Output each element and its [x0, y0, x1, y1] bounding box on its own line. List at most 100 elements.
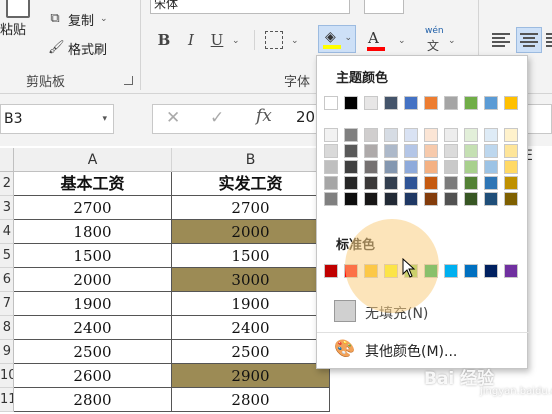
align-right-icon[interactable] [546, 33, 552, 47]
standard-color-swatch[interactable] [324, 264, 338, 278]
theme-shade-swatch[interactable] [344, 128, 358, 142]
theme-shade-swatch[interactable] [424, 160, 438, 174]
borders-icon[interactable] [265, 31, 283, 49]
theme-color-swatch[interactable] [504, 96, 518, 110]
theme-shade-swatch[interactable] [384, 160, 398, 174]
table-cell-b[interactable]: 3000 [172, 268, 330, 292]
clipboard-launcher-icon[interactable] [124, 76, 133, 85]
theme-shade-swatch[interactable] [424, 144, 438, 158]
name-box[interactable]: B3 ▾ [0, 104, 114, 134]
paste-icon[interactable] [6, 0, 30, 18]
theme-color-swatch[interactable] [424, 96, 438, 110]
select-all-corner[interactable] [0, 148, 14, 172]
format-painter-button[interactable]: 🖌 格式刷 [48, 39, 107, 58]
theme-shade-swatch[interactable] [364, 160, 378, 174]
theme-shade-swatch[interactable] [504, 176, 518, 190]
column-header-a[interactable]: A [14, 148, 172, 172]
phonetic-guide-icon[interactable]: 文 [427, 37, 439, 54]
chevron-down-icon[interactable]: ⌄ [398, 36, 406, 46]
theme-color-swatch[interactable] [404, 96, 418, 110]
table-cell-a[interactable]: 2400 [14, 316, 172, 340]
theme-shade-swatch[interactable] [364, 176, 378, 190]
theme-shade-swatch[interactable] [504, 144, 518, 158]
row-header[interactable]: 2 [0, 172, 14, 196]
table-cell-b[interactable]: 1500 [172, 244, 330, 268]
theme-shade-swatch[interactable] [444, 176, 458, 190]
theme-shade-swatch[interactable] [324, 192, 338, 206]
theme-shade-swatch[interactable] [384, 192, 398, 206]
theme-shade-swatch[interactable] [444, 128, 458, 142]
chevron-down-icon[interactable]: ⌄ [291, 36, 299, 46]
bold-button[interactable]: B [154, 30, 174, 50]
theme-shade-swatch[interactable] [324, 160, 338, 174]
theme-shade-swatch[interactable] [424, 192, 438, 206]
theme-shade-swatch[interactable] [464, 128, 478, 142]
standard-color-swatch[interactable] [504, 264, 518, 278]
theme-shade-swatch[interactable] [404, 192, 418, 206]
header-cell-basic-salary[interactable]: 基本工资 [14, 172, 172, 196]
theme-shade-swatch[interactable] [464, 192, 478, 206]
table-cell-b[interactable]: 2800 [172, 388, 330, 412]
standard-color-swatch[interactable] [444, 264, 458, 278]
cancel-icon[interactable]: ✕ [166, 108, 180, 128]
insert-function-button[interactable]: fx [256, 106, 272, 126]
theme-shade-swatch[interactable] [484, 176, 498, 190]
theme-shade-swatch[interactable] [384, 176, 398, 190]
row-header[interactable]: 7 [0, 292, 14, 316]
theme-shade-swatch[interactable] [464, 160, 478, 174]
table-cell-a[interactable]: 2500 [14, 340, 172, 364]
theme-shade-swatch[interactable] [504, 160, 518, 174]
font-size-select[interactable] [364, 0, 404, 14]
theme-shade-swatch[interactable] [484, 144, 498, 158]
row-header[interactable]: 8 [0, 316, 14, 340]
theme-color-swatch[interactable] [444, 96, 458, 110]
theme-shade-swatch[interactable] [504, 128, 518, 142]
underline-button[interactable]: U [207, 30, 227, 50]
theme-shade-swatch[interactable] [424, 128, 438, 142]
table-cell-b[interactable]: 1900 [172, 292, 330, 316]
column-header-b[interactable]: B [172, 148, 330, 172]
row-header[interactable]: 3 [0, 196, 14, 220]
theme-shade-swatch[interactable] [344, 160, 358, 174]
theme-shade-swatch[interactable] [344, 144, 358, 158]
header-cell-net-salary[interactable]: 实发工资 [172, 172, 330, 196]
theme-shade-swatch[interactable] [404, 160, 418, 174]
italic-button[interactable]: I [181, 30, 201, 50]
row-header[interactable]: 10 [0, 364, 14, 388]
table-cell-a[interactable]: 1500 [14, 244, 172, 268]
theme-shade-swatch[interactable] [344, 192, 358, 206]
theme-color-swatch[interactable] [384, 96, 398, 110]
standard-color-swatch[interactable] [464, 264, 478, 278]
theme-shade-swatch[interactable] [424, 176, 438, 190]
paste-button[interactable]: 粘贴 [0, 19, 26, 38]
theme-shade-swatch[interactable] [464, 176, 478, 190]
theme-shade-swatch[interactable] [484, 128, 498, 142]
row-header[interactable]: 5 [0, 244, 14, 268]
table-cell-a[interactable]: 2700 [14, 196, 172, 220]
table-cell-b[interactable]: 2500 [172, 340, 330, 364]
theme-shade-swatch[interactable] [444, 144, 458, 158]
theme-color-swatch[interactable] [484, 96, 498, 110]
chevron-down-icon[interactable]: ⌄ [232, 36, 240, 46]
table-cell-a[interactable]: 1900 [14, 292, 172, 316]
theme-shade-swatch[interactable] [484, 160, 498, 174]
theme-shade-swatch[interactable] [364, 144, 378, 158]
row-header[interactable]: 11 [0, 388, 14, 412]
row-header[interactable]: 9 [0, 340, 14, 364]
theme-shade-swatch[interactable] [464, 144, 478, 158]
table-cell-a[interactable]: 1800 [14, 220, 172, 244]
more-colors-option[interactable]: 其他颜色(M)... [365, 341, 457, 361]
table-cell-b[interactable]: 2900 [172, 364, 330, 388]
theme-color-swatch[interactable] [364, 96, 378, 110]
row-header[interactable]: 4 [0, 220, 14, 244]
theme-shade-swatch[interactable] [404, 128, 418, 142]
chevron-down-icon[interactable]: ⌄ [448, 36, 456, 46]
row-header[interactable]: 6 [0, 268, 14, 292]
check-icon[interactable]: ✓ [210, 108, 224, 128]
theme-shade-swatch[interactable] [324, 144, 338, 158]
align-left-icon[interactable] [492, 33, 510, 47]
theme-color-swatch[interactable] [324, 96, 338, 110]
theme-shade-swatch[interactable] [484, 192, 498, 206]
font-name-select[interactable]: 宋体 [150, 0, 350, 14]
theme-color-swatch[interactable] [464, 96, 478, 110]
